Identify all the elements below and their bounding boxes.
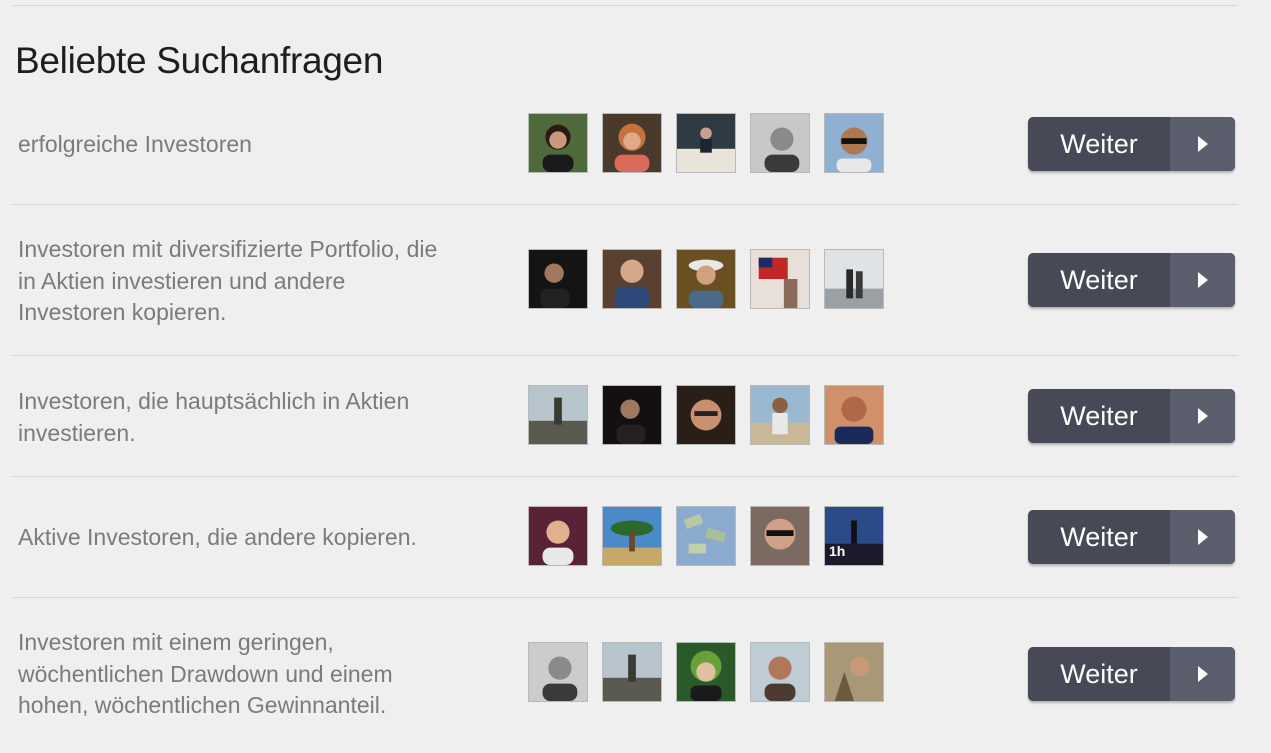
avatar[interactable] (528, 113, 588, 173)
avatar[interactable] (528, 249, 588, 309)
weiter-button[interactable]: Weiter (1028, 510, 1235, 564)
arrow-right-icon (1170, 510, 1235, 564)
time-badge: 1h (829, 543, 846, 559)
arrow-right-icon (1170, 389, 1235, 443)
top-divider (12, 5, 1238, 6)
avatar[interactable] (676, 506, 736, 566)
avatar[interactable] (824, 113, 884, 173)
avatar[interactable] (750, 113, 810, 173)
weiter-button-label: Weiter (1060, 265, 1138, 295)
avatar[interactable] (602, 642, 662, 702)
weiter-button-label: Weiter (1060, 401, 1138, 431)
avatar[interactable] (528, 506, 588, 566)
investor-avatars: 1h (528, 506, 898, 568)
weiter-button-label: Weiter (1060, 129, 1138, 159)
weiter-button[interactable]: Weiter (1028, 389, 1235, 443)
avatar[interactable] (602, 506, 662, 566)
arrow-right-icon (1170, 117, 1235, 171)
avatar[interactable] (750, 506, 810, 566)
arrow-right-icon (1170, 253, 1235, 307)
avatar[interactable] (824, 249, 884, 309)
avatar[interactable] (676, 113, 736, 173)
avatar[interactable]: 1h (824, 506, 884, 566)
avatar[interactable] (602, 249, 662, 309)
avatar[interactable] (602, 385, 662, 445)
search-description: Investoren mit einem geringen, wöchentli… (18, 629, 393, 718)
weiter-button-label: Weiter (1060, 659, 1138, 689)
search-row: Aktive Investoren, die andere kopieren. … (12, 477, 1238, 598)
avatar[interactable] (676, 385, 736, 445)
weiter-button-label: Weiter (1060, 522, 1138, 552)
search-description: erfolgreiche Investoren (18, 131, 252, 157)
avatar[interactable] (750, 385, 810, 445)
avatar[interactable] (750, 642, 810, 702)
investor-avatars (528, 249, 898, 311)
weiter-button[interactable]: Weiter (1028, 647, 1235, 701)
avatar[interactable] (602, 113, 662, 173)
investor-avatars (528, 113, 898, 175)
search-row: Investoren, die hauptsächlich in Aktien … (12, 356, 1238, 477)
weiter-button[interactable]: Weiter (1028, 253, 1235, 307)
search-description: Investoren mit diversifizierte Portfolio… (18, 236, 438, 325)
investor-avatars (528, 385, 898, 447)
avatar[interactable] (824, 385, 884, 445)
search-description: Aktive Investoren, die andere kopieren. (18, 524, 417, 550)
search-row: Investoren mit diversifizierte Portfolio… (12, 205, 1238, 356)
avatar[interactable] (676, 249, 736, 309)
avatar[interactable] (528, 642, 588, 702)
investor-avatars (528, 642, 898, 704)
weiter-button[interactable]: Weiter (1028, 117, 1235, 171)
avatar[interactable] (750, 249, 810, 309)
avatar[interactable] (528, 385, 588, 445)
avatar[interactable] (824, 642, 884, 702)
section-title: Beliebte Suchanfragen (15, 40, 384, 81)
search-row: erfolgreiche Investoren Weiter (12, 95, 1238, 205)
avatar[interactable] (676, 642, 736, 702)
search-row: Investoren mit einem geringen, wöchentli… (12, 598, 1238, 748)
search-description: Investoren, die hauptsächlich in Aktien … (18, 388, 410, 446)
arrow-right-icon (1170, 647, 1235, 701)
